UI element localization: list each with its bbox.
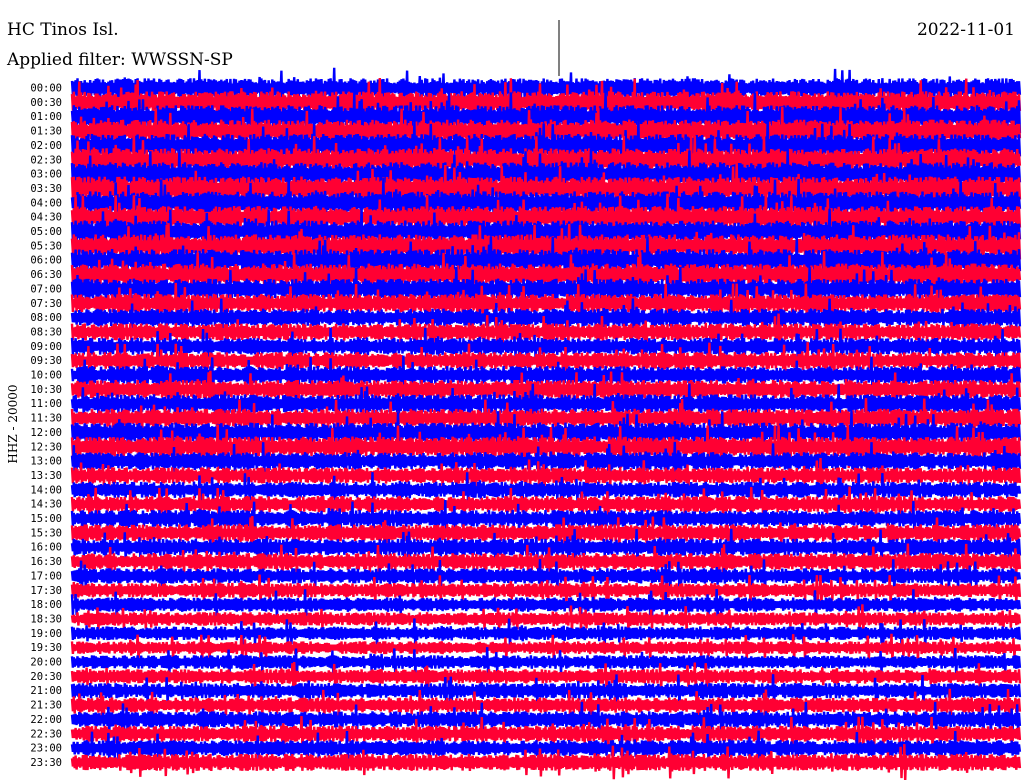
row-time-label: 03:30 xyxy=(30,183,62,195)
row-time-label: 00:00 xyxy=(30,83,62,95)
row-time-label: 20:00 xyxy=(30,657,62,669)
row-time-label: 13:30 xyxy=(30,470,62,482)
row-time-label: 04:30 xyxy=(30,212,62,224)
row-time-label: 12:00 xyxy=(30,427,62,439)
row-time-label: 12:30 xyxy=(30,441,62,453)
row-time-label: 13:00 xyxy=(30,456,62,468)
row-time-label: 20:30 xyxy=(30,671,62,683)
row-time-label: 18:30 xyxy=(30,613,62,625)
row-time-label: 15:30 xyxy=(30,527,62,539)
row-time-label: 04:00 xyxy=(30,197,62,209)
row-time-label: 17:00 xyxy=(30,570,62,582)
row-time-label: 22:00 xyxy=(30,714,62,726)
row-time-label: 06:00 xyxy=(30,255,62,267)
row-time-label: 02:30 xyxy=(30,154,62,166)
row-time-label: 21:30 xyxy=(30,700,62,712)
row-time-label: 03:00 xyxy=(30,169,62,181)
helicorder-plot: 00:00 00:30 01:00 01:30 02:00 02:30 03:00 03:30… xyxy=(30,20,1022,780)
row-time-label: 08:30 xyxy=(30,326,62,338)
row-time-label: 01:00 xyxy=(30,111,62,123)
row-time-label: 00:30 xyxy=(30,97,62,109)
row-time-label: 05:00 xyxy=(30,226,62,238)
row-time-label: 05:30 xyxy=(30,240,62,252)
row-time-label: 06:30 xyxy=(30,269,62,281)
row-time-label: 21:00 xyxy=(30,685,62,697)
row-time-label: 14:30 xyxy=(30,499,62,511)
row-time-label: 22:30 xyxy=(30,728,62,740)
row-time-label: 19:30 xyxy=(30,642,62,654)
row-time-label: 08:00 xyxy=(30,312,62,324)
row-time-label: 15:00 xyxy=(30,513,62,525)
row-time-label: 10:30 xyxy=(30,384,62,396)
row-time-label: 10:00 xyxy=(30,370,62,382)
row-time-label: 11:00 xyxy=(30,398,62,410)
row-time-label: 14:00 xyxy=(30,484,62,496)
row-time-label: 07:30 xyxy=(30,298,62,310)
row-time-label: 01:30 xyxy=(30,126,62,138)
row-time-label: 23:30 xyxy=(30,757,62,769)
row-time-label: 17:30 xyxy=(30,585,62,597)
row-time-label: 16:00 xyxy=(30,542,62,554)
row-time-label: 11:30 xyxy=(30,413,62,425)
row-time-label: 02:00 xyxy=(30,140,62,152)
trace-rows xyxy=(70,67,1022,780)
row-time-label: 16:30 xyxy=(30,556,62,568)
row-time-label: 23:00 xyxy=(30,743,62,755)
row-time-label: 09:00 xyxy=(30,341,62,353)
row-time-label: 19:00 xyxy=(30,628,62,640)
row-time-label: 18:00 xyxy=(30,599,62,611)
row-time-labels: 00:00 00:30 01:00 01:30 02:00 02:30 03:00 03:30… xyxy=(30,83,62,769)
row-time-label: 07:00 xyxy=(30,283,62,295)
row-time-label: 09:30 xyxy=(30,355,62,367)
